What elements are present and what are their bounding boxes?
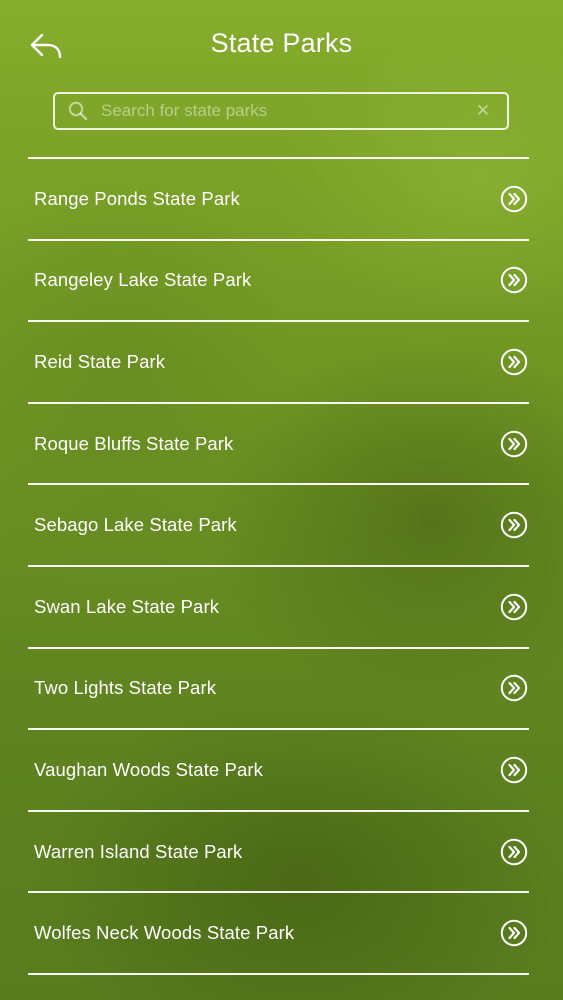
double-chevron-right-circle-icon[interactable] [500,511,528,539]
list-item-label: Two Lights State Park [34,677,217,699]
double-chevron-right-circle-icon[interactable] [500,919,528,947]
page-title: State Parks [210,28,353,58]
close-icon[interactable]: ✕ [475,102,491,119]
list-item[interactable]: Sebago Lake State Park [28,485,529,567]
list-item[interactable]: Two Lights State Park [28,649,529,731]
double-chevron-right-circle-icon[interactable] [500,674,528,702]
list-item-label: Range Ponds State Park [34,187,240,209]
double-chevron-right-circle-icon[interactable] [500,348,528,376]
list-item[interactable]: Vaughan Woods State Park [28,730,529,812]
list-item-label: Wolfes Neck Woods State Park [34,922,295,944]
list-item-label: Sebago Lake State Park [34,514,237,536]
list-item[interactable]: Warren Island State Park [28,812,529,894]
list-item[interactable]: Reid State Park [28,322,529,404]
search-icon [67,100,89,122]
search-input[interactable] [89,94,475,128]
double-chevron-right-circle-icon[interactable] [500,838,528,866]
double-chevron-right-circle-icon[interactable] [500,266,528,294]
park-list: Range Ponds State Park Rangeley Lake Stat… [28,157,529,975]
list-item[interactable]: Rangeley Lake State Park [28,241,529,323]
double-chevron-right-circle-icon[interactable] [500,593,528,621]
list-item[interactable]: Roque Bluffs State Park [28,404,529,486]
list-item-label: Roque Bluffs State Park [34,432,234,454]
double-chevron-right-circle-icon[interactable] [500,430,528,458]
list-item-label: Reid State Park [34,350,166,372]
double-chevron-right-circle-icon[interactable] [500,756,528,784]
list-item[interactable]: Range Ponds State Park [28,159,529,241]
list-item-label: Vaughan Woods State Park [34,758,263,780]
search-bar: ✕ [53,92,509,130]
list-item[interactable]: Wolfes Neck Woods State Park [28,893,529,975]
list-item-label: Warren Island State Park [34,840,243,862]
list-item[interactable]: Swan Lake State Park [28,567,529,649]
double-chevron-right-circle-icon[interactable] [500,185,528,213]
header-bar: State Parks [0,0,563,90]
list-item-label: Rangeley Lake State Park [34,269,252,291]
list-item-label: Swan Lake State Park [34,595,220,617]
